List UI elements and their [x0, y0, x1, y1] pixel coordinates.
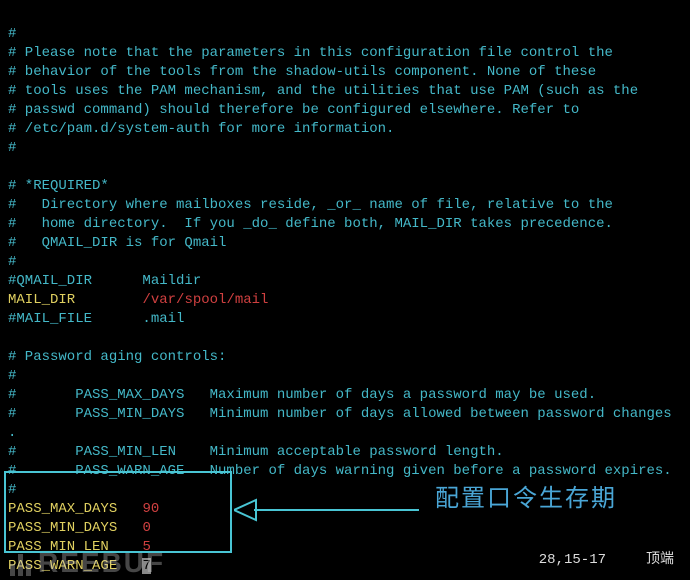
comment-line: # passwd command) should therefore be co… — [8, 102, 579, 118]
comment-line: # — [8, 26, 16, 42]
comment-line: # PASS_WARN_AGE Number of days warning g… — [8, 463, 672, 479]
pass-min-len-line: PASS_MIN_LEN 5 — [8, 539, 151, 555]
comment-line: # — [8, 482, 16, 498]
cursor: 7 — [142, 558, 150, 574]
comment-line: # Directory where mailboxes reside, _or_… — [8, 197, 613, 213]
comment-line: # tools uses the PAM mechanism, and the … — [8, 83, 638, 99]
pass-max-days-line: PASS_MAX_DAYS 90 — [8, 501, 159, 517]
config-value: /var/spool/mail — [142, 292, 268, 308]
cursor-position: 28,15-17 — [539, 552, 606, 568]
config-value: 0 — [142, 520, 150, 536]
comment-line: # QMAIL_DIR is for Qmail — [8, 235, 226, 251]
vim-status-bar: 28,15-17 顶端 — [539, 551, 674, 570]
comment-line: # PASS_MIN_LEN Minimum acceptable passwo… — [8, 444, 504, 460]
pass-warn-age-line: PASS_WARN_AGE 7 — [8, 558, 151, 574]
comment-line: # — [8, 254, 16, 270]
comment-line: # — [8, 140, 16, 156]
comment-line: # home directory. If you _do_ define bot… — [8, 216, 613, 232]
config-key: PASS_WARN_AGE — [8, 558, 117, 574]
comment-line: # — [8, 368, 16, 384]
config-value: 5 — [142, 539, 150, 555]
comment-line: # Please note that the parameters in thi… — [8, 45, 613, 61]
config-key: PASS_MAX_DAYS — [8, 501, 117, 517]
config-value: 90 — [142, 501, 159, 517]
comment-line: # Password aging controls: — [8, 349, 226, 365]
mail-dir-line: MAIL_DIR /var/spool/mail — [8, 292, 268, 308]
comment-line: #MAIL_FILE .mail — [8, 311, 184, 327]
comment-line: # PASS_MIN_DAYS Minimum number of days a… — [8, 406, 672, 422]
config-key: MAIL_DIR — [8, 292, 75, 308]
comment-line: # PASS_MAX_DAYS Maximum number of days a… — [8, 387, 596, 403]
config-key: PASS_MIN_DAYS — [8, 520, 117, 536]
scroll-label: 顶端 — [646, 552, 674, 568]
comment-line: # /etc/pam.d/system-auth for more inform… — [8, 121, 394, 137]
comment-line: # *REQUIRED* — [8, 178, 109, 194]
pass-min-days-line: PASS_MIN_DAYS 0 — [8, 520, 151, 536]
comment-line: . — [8, 425, 16, 441]
annotation-label: 配置口令生存期 — [435, 489, 617, 508]
comment-line: #QMAIL_DIR Maildir — [8, 273, 201, 289]
config-key: PASS_MIN_LEN — [8, 539, 109, 555]
comment-line: # behavior of the tools from the shadow-… — [8, 64, 596, 80]
